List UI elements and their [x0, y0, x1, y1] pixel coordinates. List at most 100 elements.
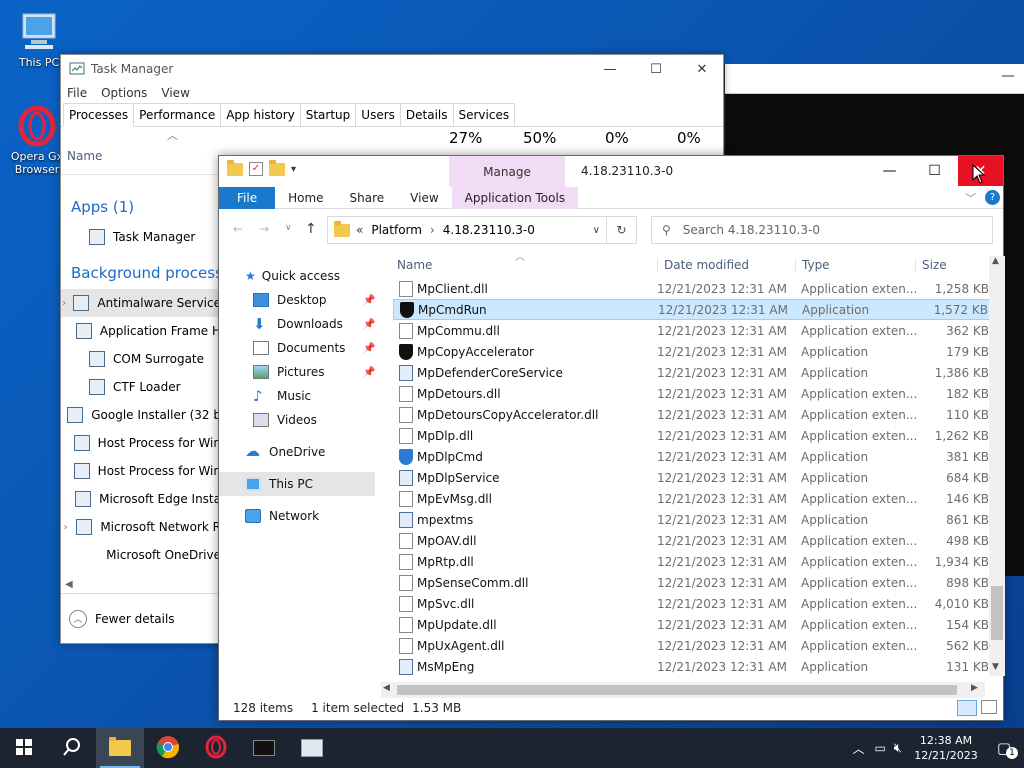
nav-documents[interactable]: Documents 📌 [219, 336, 379, 360]
ribbon-tab-share[interactable]: Share [337, 187, 398, 209]
tm-process-row[interactable]: Microsoft Edge Insta [61, 485, 221, 513]
tm-process-row[interactable]: CTF Loader [61, 373, 221, 401]
details-view-icon[interactable] [957, 700, 977, 716]
scroll-left-icon[interactable]: ◀ [383, 683, 390, 693]
tm-col-network[interactable]: 0% [677, 129, 701, 147]
tm-col-memory[interactable]: 50% [523, 129, 556, 147]
minimize-icon[interactable]: — [1001, 68, 1015, 84]
tm-col-disk[interactable]: 0% [605, 129, 629, 147]
file-row[interactable]: MpRtp.dll 12/21/2023 12:31 AM Application … [393, 551, 989, 572]
nav-quick-access[interactable]: ★ Quick access [219, 264, 379, 288]
scroll-up-icon[interactable]: ▲ [992, 256, 999, 266]
tm-close-button[interactable]: ✕ [679, 55, 725, 83]
tm-process-row[interactable]: › Antimalware Service [61, 289, 221, 317]
tab-performance[interactable]: Performance [133, 103, 222, 126]
tm-process-row[interactable]: Application Frame H [61, 317, 221, 345]
tab-details[interactable]: Details [399, 103, 454, 126]
tm-process-row[interactable]: Google Installer (32 b [61, 401, 221, 429]
refresh-button[interactable]: ↻ [607, 216, 637, 244]
tm-menu-file[interactable]: File [67, 86, 87, 100]
chevron-up-icon[interactable]: ︿ [69, 609, 87, 628]
file-row[interactable]: MpClient.dll 12/21/2023 12:31 AM Applicati… [393, 278, 989, 299]
file-row[interactable]: MpDetours.dll 12/21/2023 12:31 AM Applicat… [393, 383, 989, 404]
taskbar-task-manager[interactable] [288, 728, 336, 768]
tm-hscroll-left-icon[interactable]: ◀ [65, 579, 73, 590]
search-input[interactable]: ⚲ Search 4.18.23110.3-0 [651, 216, 993, 244]
taskbar-terminal[interactable] [240, 728, 288, 768]
explorer-maximize-button[interactable]: ☐ [912, 156, 957, 186]
network-status-icon[interactable]: ▭ [874, 741, 885, 755]
nav-downloads[interactable]: ⬇ Downloads 📌 [219, 312, 379, 336]
col-type[interactable]: Type [795, 258, 830, 272]
tm-process-row[interactable]: Microsoft OneDrive [61, 541, 221, 569]
col-date-modified[interactable]: Date modified [657, 258, 749, 272]
properties-icon[interactable]: ✓ [249, 162, 263, 176]
explorer-minimize-button[interactable]: — [867, 156, 912, 186]
forward-icon[interactable]: → [259, 222, 269, 236]
pin-icon[interactable]: 📌 [363, 343, 375, 354]
recent-dropdown-icon[interactable]: ∨ [285, 223, 292, 233]
file-row[interactable]: MpDetoursCopyAccelerator.dll 12/21/2023 1… [393, 404, 989, 425]
tab-app-history[interactable]: App history [220, 103, 301, 126]
ribbon-tab-file[interactable]: File [219, 186, 276, 209]
file-row[interactable]: MpCommu.dll 12/21/2023 12:31 AM Applicatio… [393, 320, 989, 341]
up-icon[interactable]: ↑ [305, 221, 317, 237]
large-icons-view-icon[interactable] [981, 700, 997, 714]
tm-process-row[interactable]: › Microsoft Network R [61, 513, 221, 541]
ribbon-tab-application-tools[interactable]: Application Tools [451, 186, 579, 209]
tm-menu-view[interactable]: View [161, 86, 189, 100]
tm-maximize-button[interactable]: ☐ [633, 55, 679, 83]
nav-onedrive[interactable]: ☁ OneDrive [219, 440, 379, 464]
show-hidden-icons-icon[interactable]: ︿ [852, 740, 864, 757]
file-row[interactable]: MpDlp.dll 12/21/2023 12:31 AM Application … [393, 425, 989, 446]
hscroll-thumb[interactable] [397, 685, 957, 695]
qat-dropdown-icon[interactable]: ▾ [291, 164, 296, 175]
tab-services[interactable]: Services [452, 103, 516, 126]
tm-col-cpu[interactable]: 27% [449, 129, 482, 147]
fewer-details-link[interactable]: Fewer details [95, 612, 175, 626]
notification-center-icon[interactable]: ▢ 1 [984, 739, 1024, 759]
tab-startup[interactable]: Startup [299, 103, 357, 126]
nav-desktop[interactable]: Desktop 📌 [219, 288, 379, 312]
desktop-icon-opera-gx[interactable]: Opera Gx Browser [6, 104, 68, 176]
back-icon[interactable]: ← [233, 222, 243, 236]
scroll-thumb[interactable] [991, 586, 1003, 640]
breadcrumb-separator[interactable]: › [430, 223, 435, 237]
search-button[interactable] [48, 728, 96, 768]
clock[interactable]: 12:38 AM 12/21/2023 [908, 733, 984, 763]
file-row[interactable]: MpSenseComm.dll 12/21/2023 12:31 AM Applic… [393, 572, 989, 593]
tm-process-row[interactable]: COM Surrogate [61, 345, 221, 373]
ribbon-tab-home[interactable]: Home [275, 187, 336, 209]
breadcrumb-platform[interactable]: Platform [371, 223, 422, 237]
file-row[interactable]: MpSvc.dll 12/21/2023 12:31 AM Application … [393, 593, 989, 614]
file-row[interactable]: mpextms 12/21/2023 12:31 AM Application 861… [393, 509, 989, 530]
taskbar-file-explorer[interactable] [96, 728, 144, 768]
breadcrumb-overflow[interactable]: « [356, 223, 363, 237]
pin-icon[interactable]: 📌 [363, 367, 375, 378]
help-icon[interactable]: ? [985, 190, 1000, 205]
tm-col-name[interactable]: Name [67, 149, 102, 163]
file-row[interactable]: MpDlpCmd 12/21/2023 12:31 AM Application 38… [393, 446, 989, 467]
tm-app-row[interactable]: Task Manager [61, 223, 221, 251]
tm-process-row[interactable]: Host Process for Win [61, 429, 221, 457]
file-row[interactable]: MsMpEng 12/21/2023 12:31 AM Application 131… [393, 656, 989, 677]
tm-menu-options[interactable]: Options [101, 86, 147, 100]
nav-this-pc[interactable]: This PC [219, 472, 375, 496]
file-row[interactable]: MpEvMsg.dll 12/21/2023 12:31 AM Applicatio… [393, 488, 989, 509]
tm-process-row[interactable]: Host Process for Win [61, 457, 221, 485]
file-row[interactable]: MpUpdate.dll 12/21/2023 12:31 AM Applicati… [393, 614, 989, 635]
ribbon-tab-view[interactable]: View [397, 187, 451, 209]
nav-music[interactable]: ♪ Music [219, 384, 379, 408]
taskbar-opera-gx[interactable] [192, 728, 240, 768]
scroll-down-icon[interactable]: ▼ [992, 662, 999, 672]
tab-processes[interactable]: Processes [63, 103, 135, 127]
nav-network[interactable]: Network [219, 504, 379, 528]
file-row[interactable]: MpCopyAccelerator 12/21/2023 12:31 AM Appl… [393, 341, 989, 362]
address-bar[interactable]: « Platform › 4.18.23110.3-0 ∨ [327, 216, 607, 244]
vertical-scrollbar[interactable]: ▲ ▼ [989, 256, 1005, 676]
taskbar-chrome[interactable] [144, 728, 192, 768]
tab-users[interactable]: Users [355, 103, 401, 126]
file-row[interactable]: MpCmdRun 12/21/2023 12:31 AM Application 1,… [393, 299, 989, 320]
scroll-right-icon[interactable]: ▶ [971, 683, 978, 693]
col-name[interactable]: Name [397, 258, 432, 272]
